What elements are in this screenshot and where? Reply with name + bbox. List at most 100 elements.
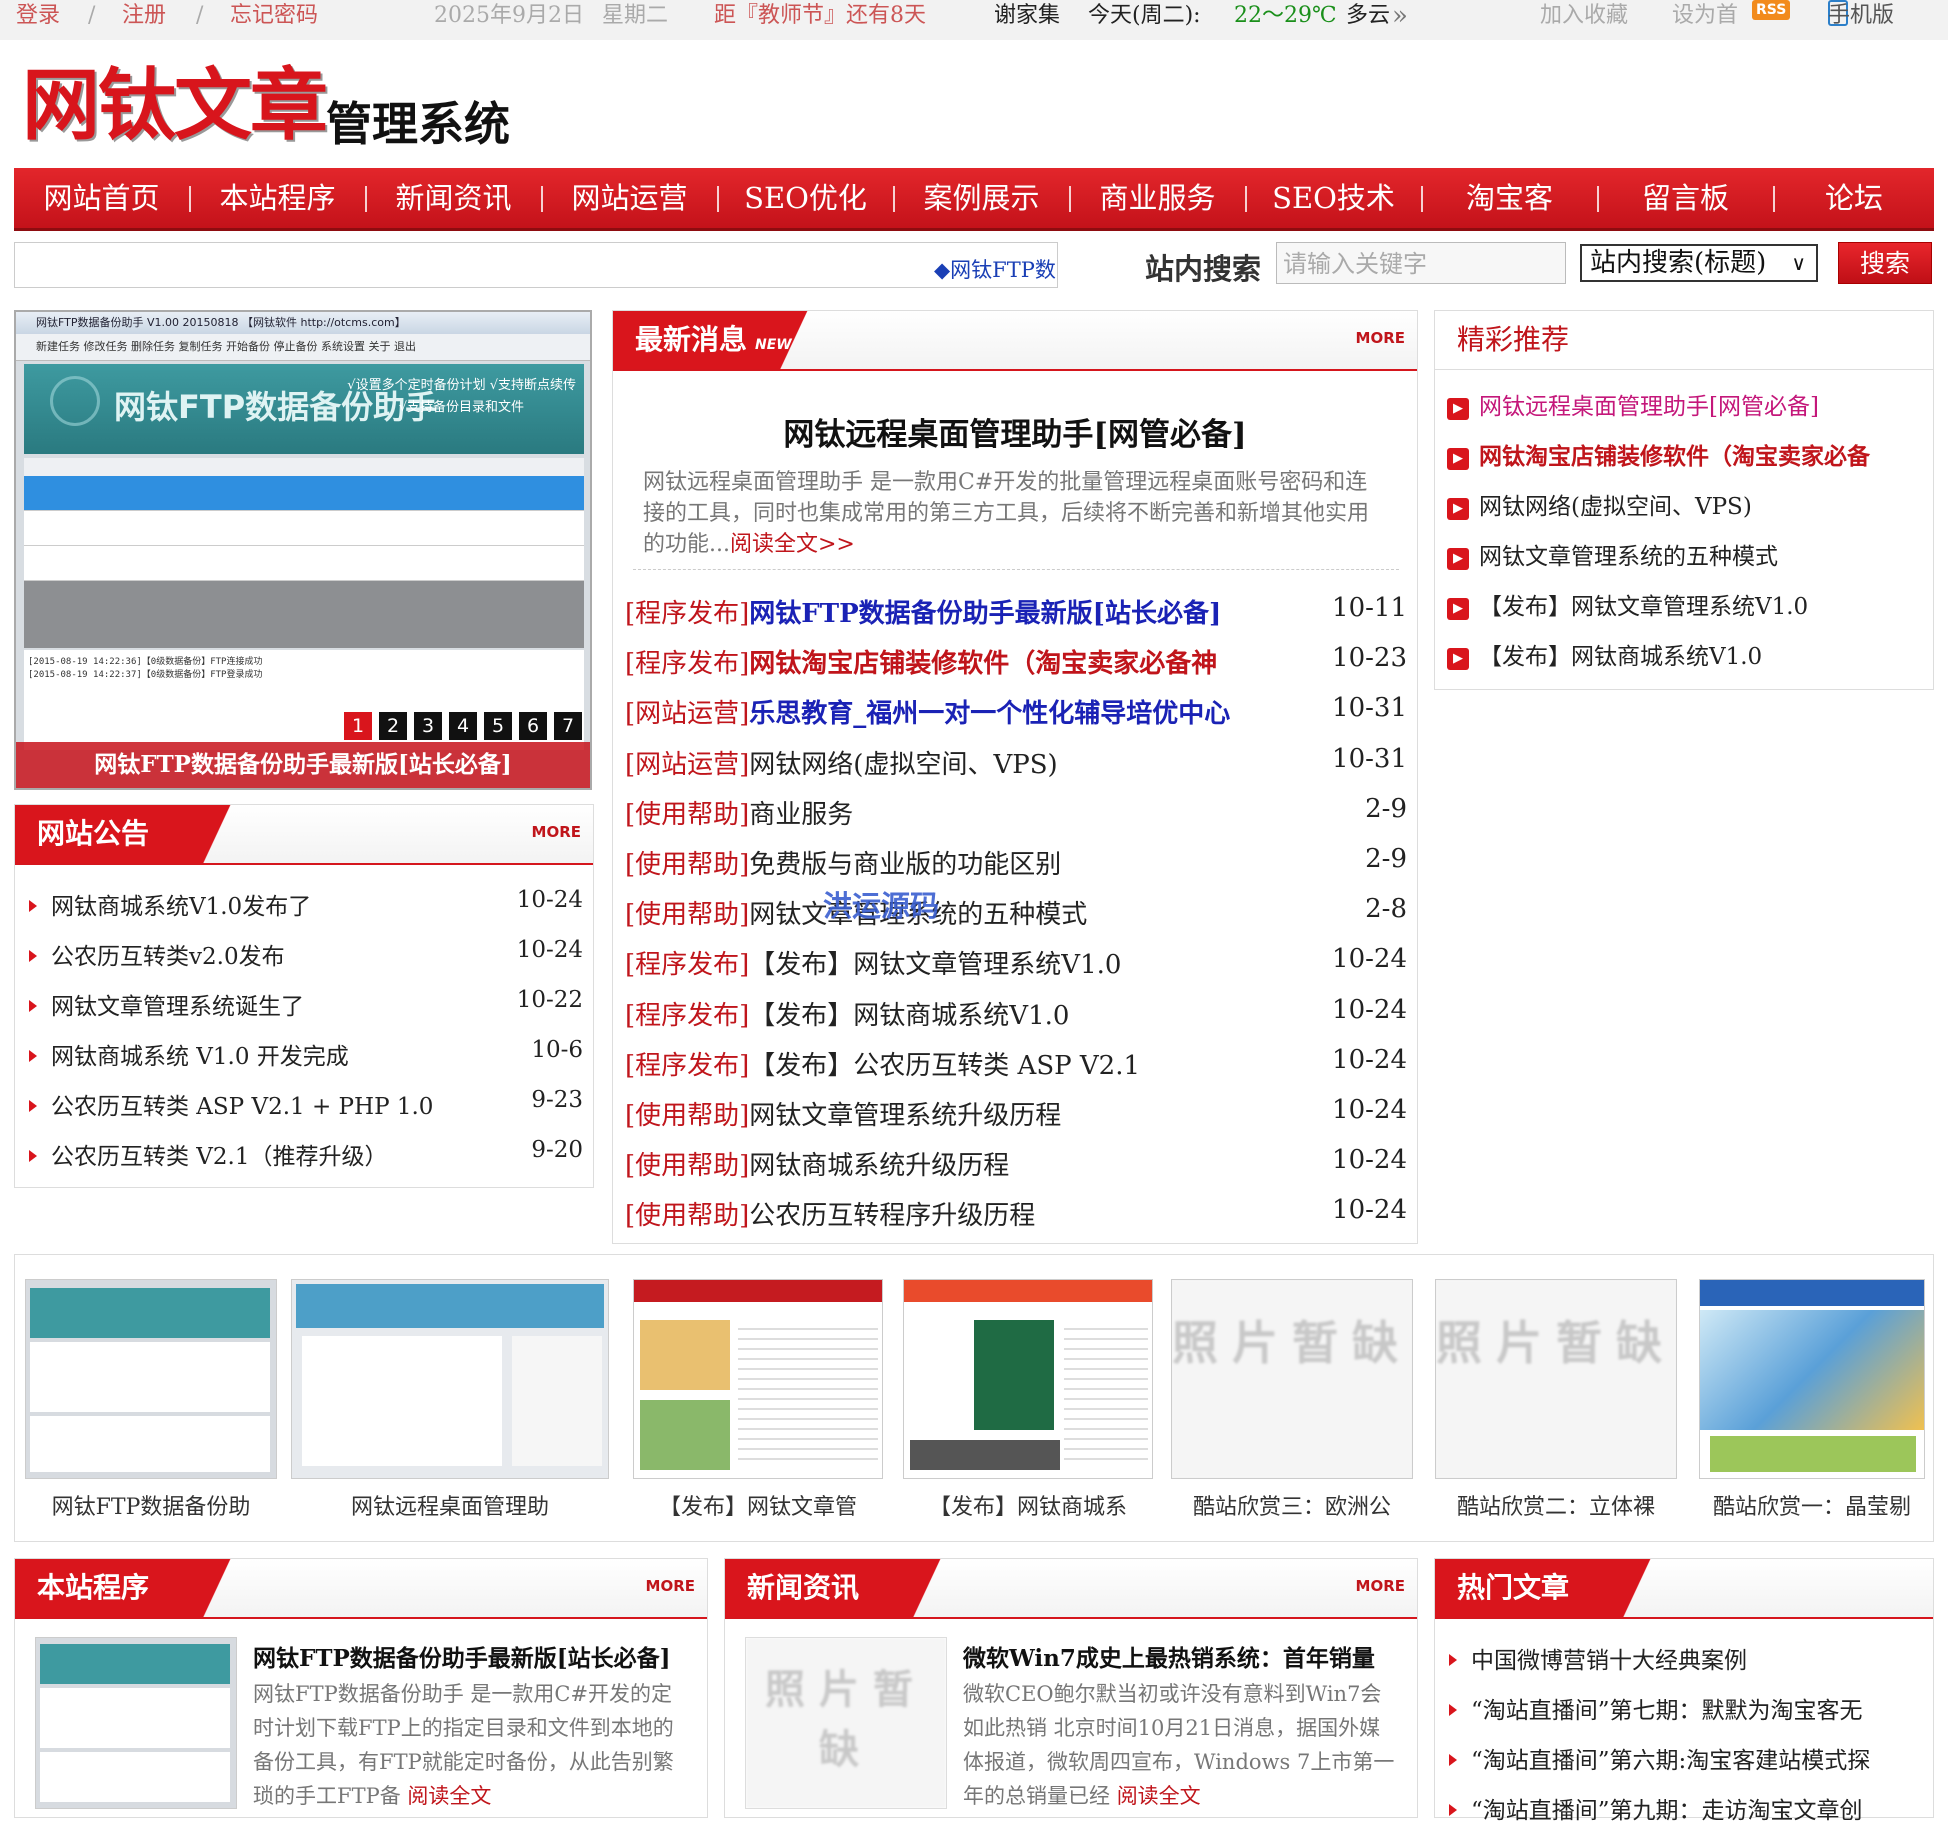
news-item-title[interactable]: 商业服务 [749,800,853,830]
slide-page-button[interactable]: 2 [379,712,407,740]
slide-page-button[interactable]: 5 [484,712,512,740]
search-button[interactable]: 搜索 [1838,242,1932,284]
slide-caption[interactable]: 网钛FTP数据备份助手最新版[站长必备] [16,742,590,788]
hot-article-item[interactable]: “淘站直播间”第九期：走访淘宝文章创 [1449,1791,1863,1825]
nav-item-forum[interactable]: 论坛 [1774,168,1934,228]
news-item-title[interactable]: 【发布】公农历互转类 ASP V2.1 [749,1051,1140,1081]
news-info-article-title[interactable]: 微软Win7成史上最热销系统：首年销量 [963,1639,1375,1673]
slide-page-button[interactable]: 7 [554,712,582,740]
nav-item-guestbook[interactable]: 留言板 [1598,168,1773,228]
gallery-caption[interactable]: 【发布】网钛文章管 [633,1489,883,1521]
gallery-thumb[interactable] [1699,1279,1925,1479]
news-list-item[interactable]: [使用帮助]公农历互转程序升级历程 [625,1195,1035,1232]
news-readmore-link[interactable]: 阅读全文>> [730,532,855,557]
news-category[interactable]: [使用帮助] [625,900,749,930]
gallery-thumb[interactable]: 照片暂缺 [1435,1279,1677,1479]
notice-item[interactable]: 公农历互转类v2.0发布 [29,937,285,971]
news-item-title[interactable]: 【发布】网钛文章管理系统V1.0 [749,950,1121,980]
news-list-item[interactable]: [程序发布]【发布】网钛商城系统V1.0 [625,995,1069,1032]
gallery-caption[interactable]: 酷站欣赏三：欧洲公 [1171,1489,1413,1521]
gallery-thumb[interactable] [903,1279,1153,1479]
nav-item-business[interactable]: 商业服务 [1070,168,1245,228]
gallery-caption[interactable]: 网钛FTP数据备份助 [25,1489,277,1521]
recommend-item[interactable]: ▶ 【发布】网钛文章管理系统V1.0 [1447,587,1808,621]
news-category[interactable]: [网站运营] [625,699,749,729]
nav-item-seo-tech[interactable]: SEO技术 [1246,168,1421,228]
news-item-title[interactable]: 公农历互转程序升级历程 [749,1201,1035,1231]
nav-item-seo[interactable]: SEO优化 [718,168,893,228]
gallery-thumb[interactable] [633,1279,883,1479]
news-category[interactable]: [网站运营] [625,750,749,780]
news-list-item[interactable]: [网站运营]乐思教育_福州一对一个性化辅导培优中心 [625,693,1230,730]
slide-page-button[interactable]: 4 [449,712,477,740]
news-category[interactable]: [使用帮助] [625,850,749,880]
news-list-item[interactable]: [使用帮助]商业服务 [625,794,853,831]
program-article-title[interactable]: 网钛FTP数据备份助手最新版[站长必备] [253,1639,671,1673]
gallery-caption[interactable]: 网钛远程桌面管理助 [291,1489,609,1521]
latest-news-more-link[interactable]: MORE [1356,329,1405,347]
news-list-item[interactable]: [使用帮助]网钛商城系统升级历程 [625,1145,1009,1182]
news-info-readmore-link[interactable]: 阅读全文 [1117,1784,1201,1808]
nav-item-programs[interactable]: 本站程序 [190,168,365,228]
program-more-link[interactable]: MORE [646,1577,695,1595]
gallery-caption[interactable]: 酷站欣赏一：晶莹剔 [1699,1489,1925,1521]
gallery-thumb[interactable] [291,1279,609,1479]
nav-item-operations[interactable]: 网站运营 [542,168,717,228]
news-list-item[interactable]: [程序发布]网钛淘宝店铺装修软件（淘宝卖家必备神 [625,643,1217,680]
slide-page-button[interactable]: 3 [414,712,442,740]
news-item-title[interactable]: 乐思教育_福州一对一个性化辅导培优中心 [749,699,1230,729]
recommend-item[interactable]: ▶ 网钛文章管理系统的五种模式 [1447,537,1778,571]
nav-item-home[interactable]: 网站首页 [14,168,189,228]
gallery-thumb[interactable]: 照片暂缺 [1171,1279,1413,1479]
news-category[interactable]: [程序发布] [625,1001,749,1031]
news-info-thumb[interactable]: 照片暂缺 [745,1637,947,1809]
news-category[interactable]: [使用帮助] [625,1151,749,1181]
news-list-item[interactable]: [程序发布]【发布】公农历互转类 ASP V2.1 [625,1045,1140,1082]
news-info-more-link[interactable]: MORE [1356,1577,1405,1595]
news-item-title[interactable]: 网钛淘宝店铺装修软件（淘宝卖家必备神 [749,649,1217,679]
program-readmore-link[interactable]: 阅读全文 [407,1784,491,1808]
news-item-title[interactable]: 网钛商城系统升级历程 [749,1151,1009,1181]
nav-item-cases[interactable]: 案例展示 [894,168,1069,228]
news-list-item[interactable]: [程序发布]网钛FTP数据备份助手最新版[站长必备] [625,593,1221,630]
recommend-item[interactable]: ▶ 网钛淘宝店铺装修软件（淘宝卖家必备 [1447,437,1870,471]
featured-slideshow[interactable]: 网钛FTP数据备份助手 V1.00 20150818 【网钛软件 http://… [14,310,592,790]
slide-page-button[interactable]: 1 [344,712,372,740]
recommend-item[interactable]: ▶ 【发布】网钛商城系统V1.0 [1447,637,1762,671]
news-category[interactable]: [使用帮助] [625,1101,749,1131]
gallery-caption[interactable]: 酷站欣赏二：立体裸 [1435,1489,1677,1521]
notice-item[interactable]: 网钛文章管理系统诞生了 [29,987,304,1021]
notice-item[interactable]: 网钛商城系统V1.0发布了 [29,887,311,921]
news-item-title[interactable]: 网钛网络(虚拟空间、VPS) [749,750,1057,780]
hot-article-item[interactable]: “淘站直播间”第六期:淘宝客建站模式探 [1449,1741,1870,1775]
weather-more-icon[interactable]: » [1392,0,1408,32]
hot-article-item[interactable]: 中国微博营销十大经典案例 [1449,1641,1747,1675]
nav-item-taobaoke[interactable]: 淘宝客 [1422,168,1597,228]
recommend-item[interactable]: ▶ 网钛远程桌面管理助手[网管必备] [1447,387,1819,421]
hot-article-item[interactable]: “淘站直播间”第七期：默默为淘宝客无 [1449,1691,1863,1725]
login-link[interactable]: 登录 [16,0,60,32]
news-category[interactable]: [使用帮助] [625,800,749,830]
gallery-thumb[interactable] [25,1279,277,1479]
news-category[interactable]: [程序发布] [625,599,749,629]
notice-item[interactable]: 公农历互转类 V2.1（推荐升级） [29,1137,388,1171]
set-homepage-link[interactable]: 设为首 [1672,0,1738,32]
news-item-title[interactable]: 免费版与商业版的功能区别 [749,850,1061,880]
add-favorite-link[interactable]: 加入收藏 [1540,0,1628,32]
search-input[interactable]: 请输入关键字 [1276,242,1566,284]
recommend-item[interactable]: ▶ 网钛网络(虚拟空间、VPS) [1447,487,1752,521]
news-list-item[interactable]: [程序发布]【发布】网钛文章管理系统V1.0 [625,944,1121,981]
register-link[interactable]: 注册 [122,0,166,32]
forgot-password-link[interactable]: 忘记密码 [230,0,318,32]
news-list-item[interactable]: [使用帮助]免费版与商业版的功能区别 [625,844,1061,881]
gallery-caption[interactable]: 【发布】网钛商城系 [903,1489,1153,1521]
news-item-title[interactable]: 网钛FTP数据备份助手最新版[站长必备] [749,599,1221,629]
city-name[interactable]: 谢家集 [994,0,1060,32]
slide-page-button[interactable]: 6 [519,712,547,740]
news-category[interactable]: [程序发布] [625,1051,749,1081]
notice-item[interactable]: 网钛商城系统 V1.0 开发完成 [29,1037,349,1071]
news-list-item[interactable]: [使用帮助]网钛文章管理系统升级历程 [625,1095,1061,1132]
news-list-item[interactable]: [网站运营]网钛网络(虚拟空间、VPS) [625,744,1058,781]
notice-item[interactable]: 公农历互转类 ASP V2.1 + PHP 1.0 [29,1087,433,1121]
news-item-title[interactable]: 【发布】网钛商城系统V1.0 [749,1001,1069,1031]
